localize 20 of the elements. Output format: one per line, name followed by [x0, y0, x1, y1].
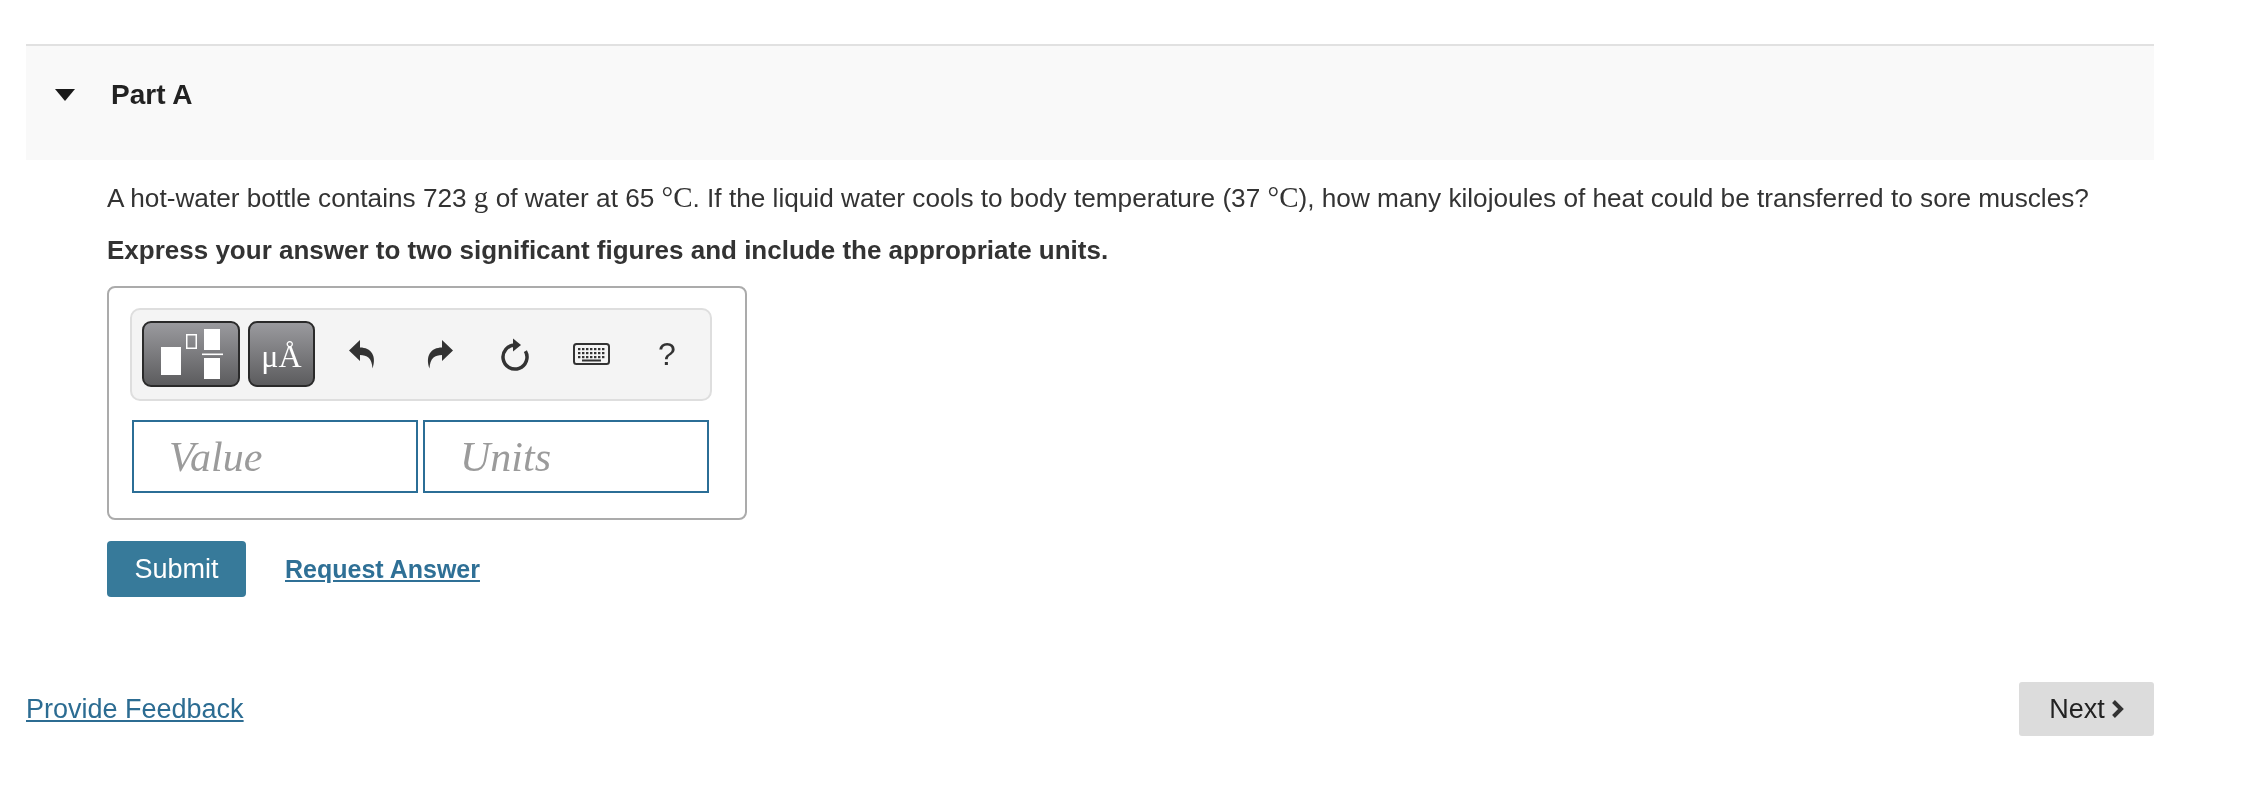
request-answer-link[interactable]: Request Answer — [285, 554, 480, 584]
value-field[interactable]: Value — [132, 420, 418, 493]
part-title: Part A — [111, 78, 193, 111]
units-field[interactable]: Units — [423, 420, 709, 493]
symbols-button[interactable]: μÅ — [248, 321, 315, 387]
templates-button[interactable] — [142, 321, 240, 387]
chevron-right-icon — [2110, 699, 2124, 719]
submit-button[interactable]: Submit — [107, 541, 246, 597]
question-text: A hot-water bottle contains 723 g of water at 65 °C. If the liquid water cools to body temperature (37 °C), how many kilojoules of heat could be transferred to sore muscles? — [107, 180, 2090, 215]
provide-feedback-link[interactable]: Provide Feedback — [26, 693, 244, 725]
caret-icon[interactable] — [55, 88, 75, 101]
fraction-template-icon — [161, 329, 223, 379]
undo-icon[interactable] — [349, 339, 377, 369]
help-button[interactable]: ? — [658, 338, 676, 370]
keyboard-icon[interactable] — [572, 343, 610, 365]
next-button[interactable]: Next — [2019, 682, 2154, 736]
part-header[interactable]: Part A — [26, 44, 2154, 160]
instruction-text: Express your answer to two significant figures and include the appropriate units. — [107, 234, 1110, 267]
redo-icon[interactable] — [425, 339, 453, 369]
reset-icon[interactable] — [499, 336, 531, 372]
